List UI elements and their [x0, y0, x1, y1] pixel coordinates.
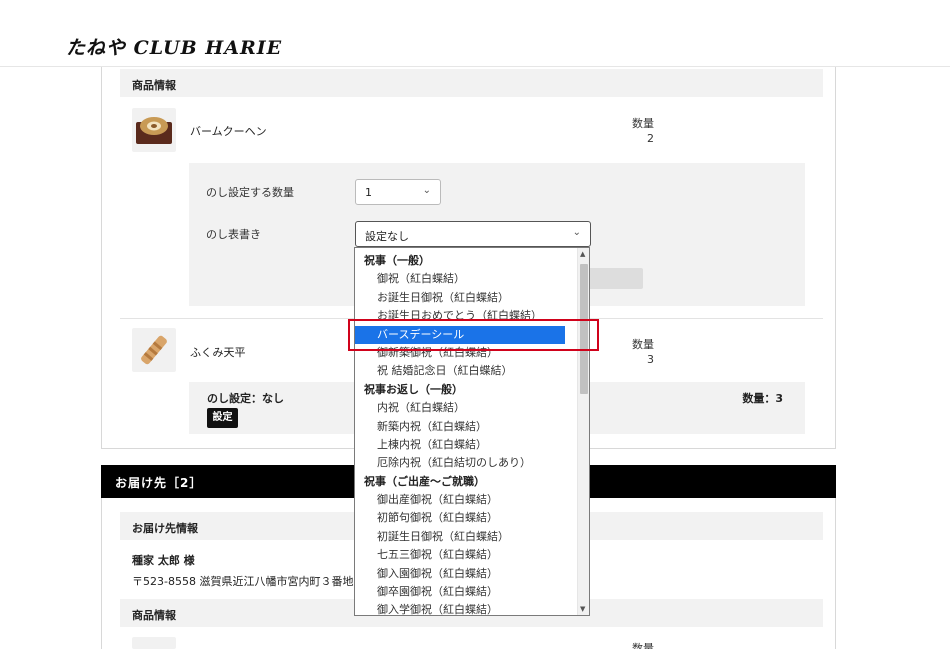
noshi-quantity-value: 1 — [365, 186, 372, 199]
dropdown-option[interactable]: 内祝（紅白蝶結） — [355, 399, 577, 417]
dropdown-option[interactable]: お誕生日御祝（紅白蝶結） — [355, 289, 577, 307]
noshi-status-text: のし設定：なし — [207, 392, 284, 405]
dropdown-option[interactable]: 新築内祝（紅白蝶結） — [355, 418, 577, 436]
dropdown-option[interactable]: 初節句御祝（紅白蝶結） — [355, 509, 577, 527]
dropdown-group-label: 祝事お返し（一般） — [364, 382, 463, 396]
dropdown-options: 祝事（一般） 御祝（紅白蝶結） お誕生日御祝（紅白蝶結） お誕生日おめでとう（紅白蝶結… — [355, 252, 577, 615]
dropdown-option[interactable]: 厄除内祝（紅白結切のしあり） — [355, 454, 577, 472]
quantity-label: 数量 — [632, 117, 654, 130]
noshi-quantity-summary: 数量：3 — [742, 392, 783, 405]
dropdown-option[interactable]: 祝 結婚記念日（紅白蝶結） — [355, 362, 577, 380]
recipient-address: 〒523-8558 滋賀県近江八幡市宮内町３番地 — [132, 575, 354, 588]
quantity-label: 数量 — [632, 338, 654, 351]
site-header: たねや CLUB HARIE — [0, 0, 950, 67]
quantity-value: 2 — [647, 132, 654, 145]
dropdown-option[interactable]: 御出産御祝（紅白蝶結） — [355, 491, 577, 509]
dropdown-scrollbar[interactable]: ▲ ▼ — [577, 248, 589, 615]
dropdown-option[interactable]: 七五三御祝（紅白蝶結） — [355, 546, 577, 564]
noshi-quantity-select[interactable]: 1 ⌄ — [355, 179, 441, 205]
scroll-down-arrow-icon[interactable]: ▼ — [580, 605, 585, 613]
chevron-down-icon: ⌄ — [422, 185, 431, 196]
noshi-set-button[interactable]: 設定 — [207, 408, 238, 428]
dropdown-option[interactable]: 御卒園御祝（紅白蝶結） — [355, 583, 577, 601]
product-image-baumkuchen — [132, 108, 176, 152]
product-image — [132, 637, 176, 649]
noshi-name-field[interactable] — [587, 268, 643, 289]
dropdown-group-label: 祝事（一般） — [364, 254, 430, 267]
product-image-fukumi-tenpei — [132, 328, 176, 372]
dropdown-option[interactable]: 御入園御祝（紅白蝶結） — [355, 565, 577, 583]
noshi-omote-label: のし表書き — [206, 228, 261, 241]
chevron-down-icon: ⌄ — [572, 227, 581, 238]
dropdown-group-label: 祝事（ご出産〜ご就職） — [364, 474, 485, 488]
noshi-quantity-label: のし設定する数量 — [206, 186, 294, 199]
dropdown-option[interactable]: 上棟内祝（紅白蝶結） — [355, 436, 577, 454]
recipient-name: 種家 太郎 様 — [132, 554, 195, 567]
noshi-omote-dropdown-list[interactable]: 祝事（一般） 御祝（紅白蝶結） お誕生日御祝（紅白蝶結） お誕生日おめでとう（紅白蝶結… — [354, 247, 590, 616]
brand-logo[interactable]: たねや CLUB HARIE — [66, 33, 282, 60]
dropdown-option[interactable]: 御入学御祝（紅白蝶結） — [355, 601, 577, 615]
product-info-heading: 商品情報 — [120, 69, 823, 97]
quantity-label: 数量 — [632, 642, 654, 649]
noshi-omote-value: 設定なし — [365, 230, 409, 243]
dropdown-option[interactable]: 初誕生日御祝（紅白蝶結） — [355, 528, 577, 546]
quantity-value: 3 — [647, 353, 654, 366]
dropdown-option[interactable]: 御祝（紅白蝶結） — [355, 270, 577, 288]
noshi-omote-select[interactable]: 設定なし ⌄ — [355, 221, 591, 247]
product-name: ふくみ天平 — [190, 346, 246, 359]
scroll-up-arrow-icon[interactable]: ▲ — [580, 250, 585, 258]
highlight-box — [348, 319, 599, 351]
product-name: バームクーヘン — [190, 125, 267, 138]
